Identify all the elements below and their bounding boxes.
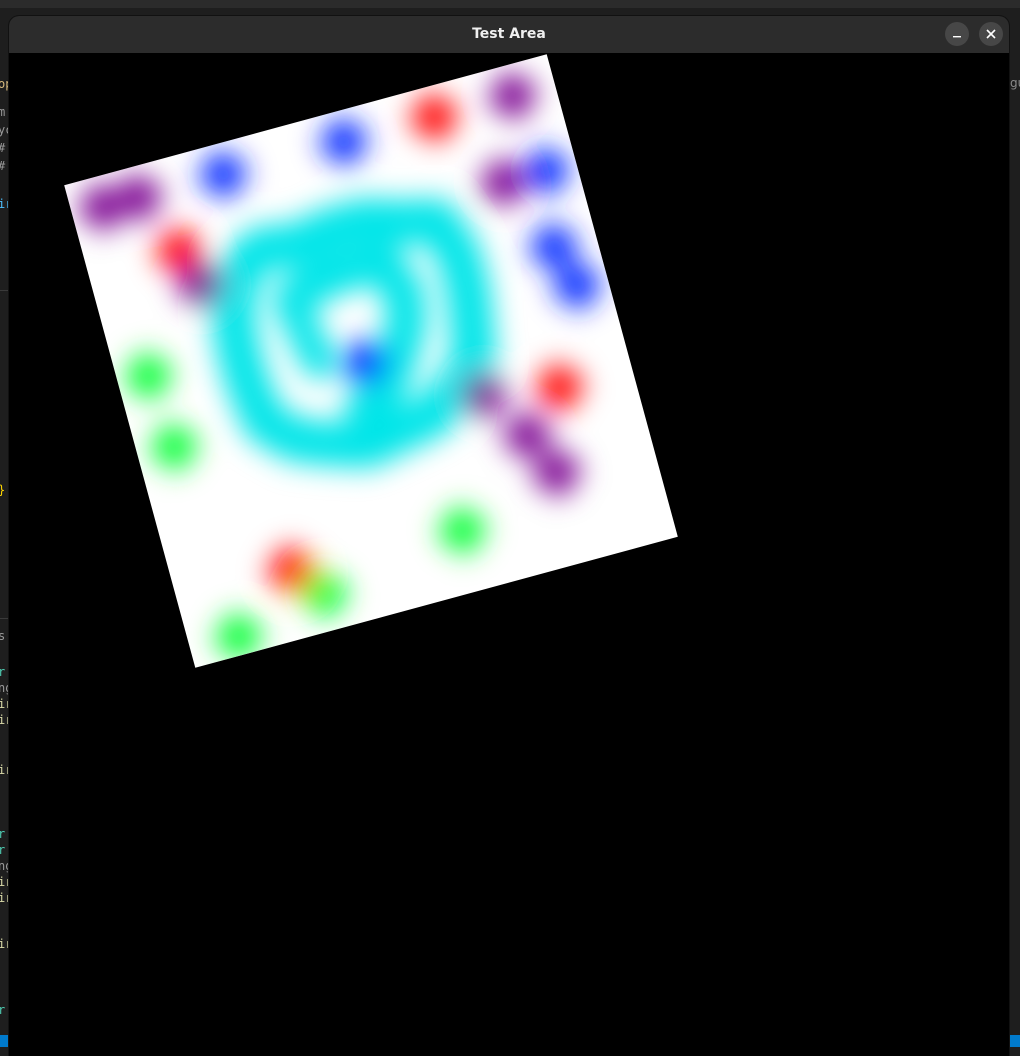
render-canvas[interactable] — [9, 53, 1009, 1056]
rotated-texture-quad — [64, 54, 678, 668]
background-topbar — [0, 0, 1020, 8]
texture-quad — [64, 54, 678, 668]
titlebar[interactable]: Test Area — [9, 16, 1009, 54]
background-code-fragment: } — [0, 482, 5, 498]
background-code-fragment: s — [0, 629, 6, 643]
background-code-fragment: m — [0, 105, 6, 119]
window-title: Test Area — [472, 26, 546, 42]
minimize-button[interactable] — [945, 22, 969, 46]
background-right-fragment: gu — [1010, 76, 1020, 90]
test-area-window: Test Area — [9, 16, 1009, 1056]
close-icon — [986, 29, 996, 39]
minimize-icon — [953, 36, 961, 38]
close-button[interactable] — [979, 22, 1003, 46]
